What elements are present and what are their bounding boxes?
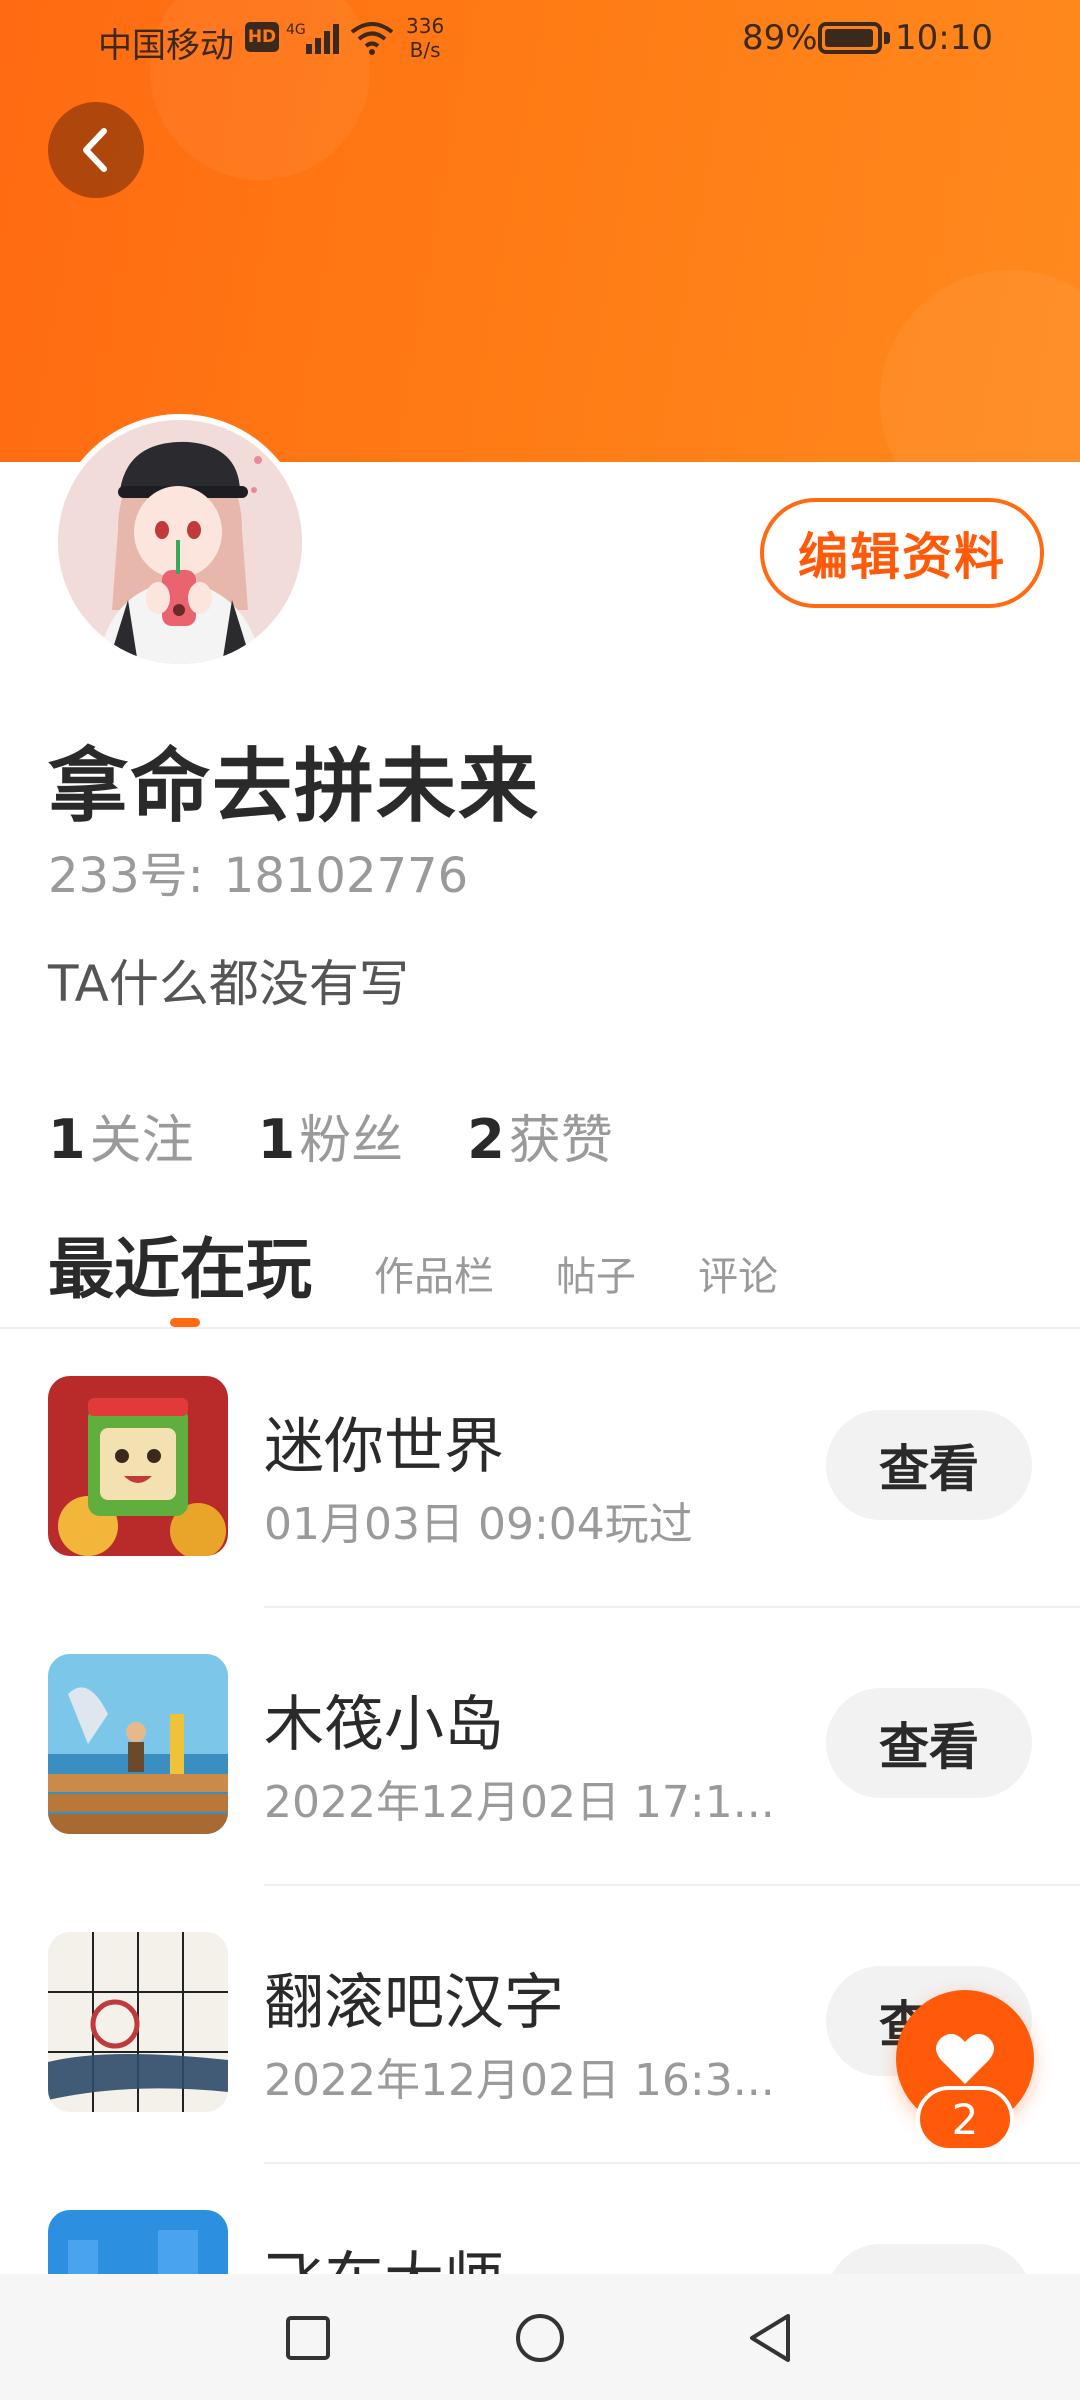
- svg-text:4G: 4G: [286, 22, 306, 38]
- list-item[interactable]: 迷你世界 01月03日 09:04玩过 查看: [0, 1330, 1080, 1608]
- recent-apps-button[interactable]: [276, 2306, 340, 2370]
- back-button[interactable]: [48, 102, 144, 198]
- signal-icon: 4G: [286, 22, 339, 54]
- network-speed: 336 B/s: [406, 14, 445, 62]
- tab-comments[interactable]: 评论: [698, 1244, 778, 1320]
- tab-posts[interactable]: 帖子: [556, 1244, 636, 1320]
- chevron-left-icon: [83, 128, 107, 172]
- user-id: 233号: 18102776: [48, 836, 468, 906]
- home-button[interactable]: [508, 2306, 572, 2370]
- game-name: 迷你世界: [264, 1412, 504, 1482]
- view-button[interactable]: [826, 2244, 1032, 2274]
- clock: 10:10: [895, 18, 993, 58]
- hd-icon: HD: [245, 22, 279, 52]
- circle-icon: [516, 2314, 564, 2362]
- stat-likes[interactable]: 2获赞: [467, 1098, 613, 1173]
- game-last-played: 2022年12月02日 16:3...: [264, 2055, 775, 2106]
- status-bar: 中国移动 HD 4G 336 B/s 89% 10:10: [0, 0, 1080, 80]
- racing-game-icon[interactable]: [48, 2210, 228, 2274]
- list-item[interactable]: 飞车大师: [0, 2164, 1080, 2274]
- nickname: 拿命去拼未来: [48, 740, 540, 833]
- like-count-badge: 2: [916, 2086, 1014, 2152]
- triangle-back-icon: [750, 2314, 790, 2362]
- stat-following[interactable]: 1关注: [48, 1098, 194, 1173]
- tab-works[interactable]: 作品栏: [374, 1244, 494, 1320]
- tab-recent-play[interactable]: 最近在玩: [48, 1216, 312, 1320]
- tab-indicator: [170, 1318, 200, 1327]
- user-id-label: 233号:: [48, 848, 204, 904]
- avatar[interactable]: [52, 414, 308, 670]
- battery-icon: [818, 22, 890, 54]
- mini-world-icon[interactable]: [48, 1376, 228, 1556]
- avatar-illustration: [58, 420, 302, 664]
- divider: [0, 1327, 1080, 1329]
- stats-row: 1关注 1粉丝 2获赞: [48, 1098, 613, 1173]
- bio: TA什么都没有写: [48, 955, 409, 1013]
- square-icon: [286, 2316, 330, 2360]
- profile-page: 中国移动 HD 4G 336 B/s 89% 10:10 编辑资料 拿命去拼未来…: [0, 0, 1080, 2400]
- system-nav-bar: [0, 2274, 1080, 2400]
- wifi-icon: [350, 22, 394, 55]
- raft-island-icon[interactable]: [48, 1654, 228, 1834]
- profile-tabs: 最近在玩 作品栏 帖子 评论: [48, 1220, 840, 1320]
- game-name: 翻滚吧汉字: [264, 1968, 564, 2038]
- edit-profile-button[interactable]: 编辑资料: [760, 498, 1044, 608]
- back-nav-button[interactable]: [738, 2306, 802, 2370]
- game-last-played: 01月03日 09:04玩过: [264, 1499, 693, 1550]
- game-name: 飞车大师: [264, 2232, 504, 2274]
- list-item[interactable]: 木筏小岛 2022年12月02日 17:1... 查看: [0, 1608, 1080, 1886]
- carrier-label: 中国移动: [98, 26, 234, 66]
- stat-followers[interactable]: 1粉丝: [258, 1098, 404, 1173]
- hanzi-game-icon[interactable]: [48, 1932, 228, 2112]
- view-button[interactable]: 查看: [826, 1688, 1032, 1798]
- heart-icon: [936, 2033, 994, 2084]
- battery-percent: 89%: [742, 18, 818, 58]
- game-name: 木筏小岛: [264, 1690, 504, 1760]
- user-id-value: 18102776: [223, 848, 469, 904]
- game-last-played: 2022年12月02日 17:1...: [264, 1777, 775, 1828]
- view-button[interactable]: 查看: [826, 1410, 1032, 1520]
